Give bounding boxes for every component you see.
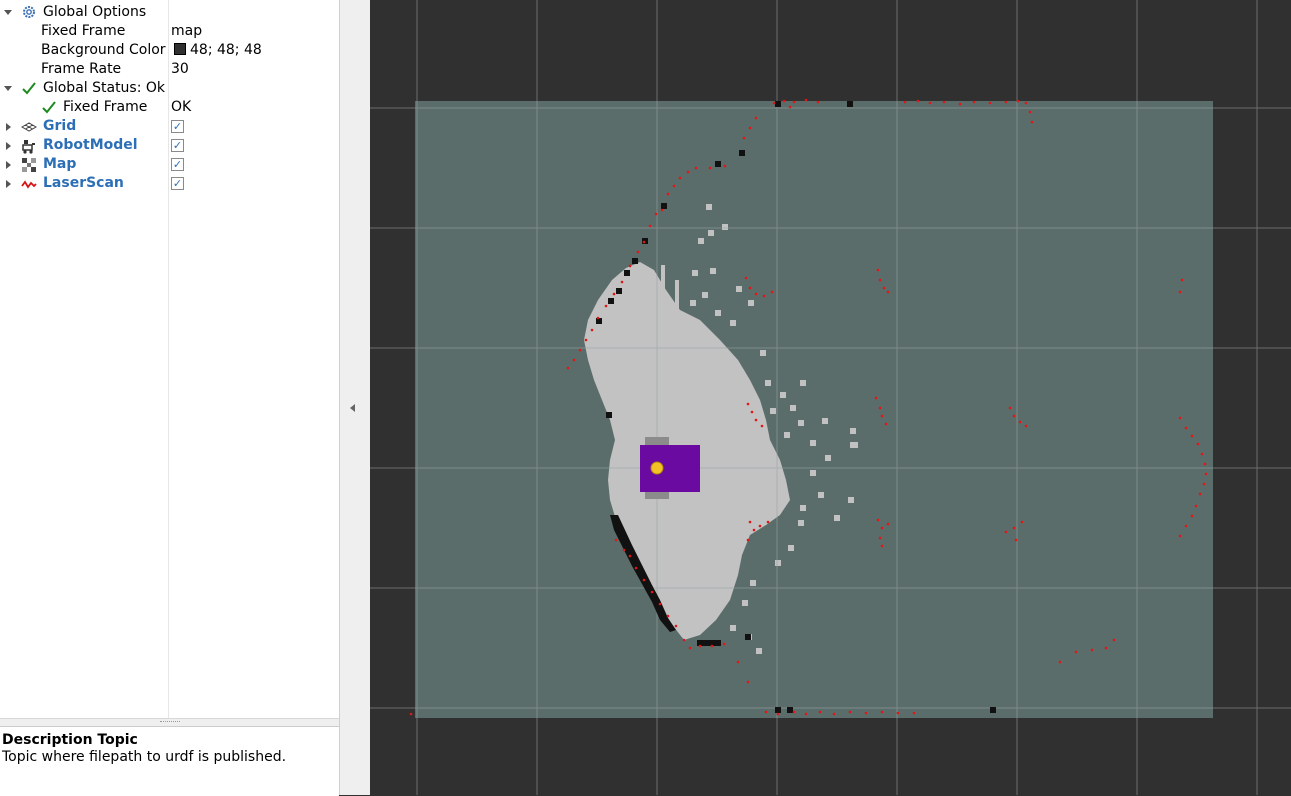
background-color-label: Background Color	[41, 42, 166, 58]
robot-model-icon	[21, 138, 37, 154]
side-panel-splitter[interactable]	[339, 0, 370, 795]
map-icon	[21, 157, 37, 173]
global-options-label: Global Options	[43, 4, 147, 20]
scene-canvas[interactable]	[370, 0, 1291, 795]
3d-render-view[interactable]	[370, 0, 1291, 795]
expand-arrow-icon[interactable]	[4, 86, 12, 91]
gear-icon	[21, 4, 37, 20]
robot-wheel-front	[645, 437, 669, 445]
map-enable-checkbox[interactable]: ✓	[171, 158, 184, 171]
description-title: Description Topic	[2, 732, 138, 748]
laser-scan-icon	[21, 176, 37, 192]
status-fixed-frame-value: OK	[171, 99, 192, 115]
robot-body	[640, 445, 700, 492]
laser-scan-display-label: LaserScan	[43, 175, 124, 191]
fixed-frame-value[interactable]: map	[171, 22, 202, 41]
robot-model	[640, 437, 700, 499]
map-free-area	[415, 101, 1213, 718]
description-text: Topic where filepath to urdf is publishe…	[2, 749, 287, 765]
background-color-text: 48; 48; 48	[190, 42, 262, 58]
tree-row-laser-scan[interactable]: LaserScan ✓	[0, 174, 339, 193]
grid-icon	[20, 119, 38, 135]
description-panel: Description Topic Topic where filepath t…	[0, 726, 339, 796]
global-status-label: Global Status: Ok	[43, 80, 166, 96]
tree-row-frame-rate[interactable]: Frame Rate 30	[0, 60, 339, 79]
tree-row-robot-model[interactable]: RobotModel ✓	[0, 136, 339, 155]
collapse-arrow-icon[interactable]	[6, 123, 11, 131]
collapse-arrow-icon[interactable]	[6, 142, 11, 150]
tree-row-global-status[interactable]: Global Status: Ok	[0, 79, 339, 98]
laser-scan-enable-checkbox[interactable]: ✓	[171, 177, 184, 190]
checkmark-icon	[41, 99, 57, 115]
robot-laser-sensor	[650, 461, 664, 475]
frame-rate-value[interactable]: 30	[171, 60, 189, 79]
tree-row-global-options[interactable]: Global Options	[0, 3, 339, 22]
splitter-grip[interactable]	[160, 721, 180, 724]
tree-row-fixed-frame[interactable]: Fixed Frame map	[0, 22, 339, 41]
grid-enable-checkbox[interactable]: ✓	[171, 120, 184, 133]
robot-model-enable-checkbox[interactable]: ✓	[171, 139, 184, 152]
tree-row-status-fixed-frame[interactable]: Fixed Frame OK	[0, 98, 339, 117]
background-color-value[interactable]: 48; 48; 48	[174, 41, 262, 60]
checkmark-icon	[21, 80, 37, 96]
color-swatch[interactable]	[174, 43, 186, 55]
map-display-label: Map	[43, 156, 77, 172]
frame-rate-label: Frame Rate	[41, 61, 122, 77]
panel-splitter[interactable]	[0, 718, 339, 726]
tree-row-map[interactable]: Map ✓	[0, 155, 339, 174]
grid-display-label: Grid	[43, 118, 77, 134]
displays-panel: Global Options Fixed Frame map Backgroun…	[0, 0, 339, 796]
robot-wheel-rear	[645, 491, 669, 499]
status-fixed-frame-label: Fixed Frame	[63, 99, 148, 115]
tree-row-grid[interactable]: Grid ✓	[0, 117, 339, 136]
expand-arrow-icon[interactable]	[4, 10, 12, 15]
tree-row-background-color[interactable]: Background Color 48; 48; 48	[0, 41, 339, 60]
collapse-panel-icon[interactable]	[350, 404, 355, 412]
collapse-arrow-icon[interactable]	[6, 161, 11, 169]
collapse-arrow-icon[interactable]	[6, 180, 11, 188]
fixed-frame-label: Fixed Frame	[41, 23, 126, 39]
displays-tree: Global Options Fixed Frame map Backgroun…	[0, 0, 339, 718]
robot-model-display-label: RobotModel	[43, 137, 138, 153]
